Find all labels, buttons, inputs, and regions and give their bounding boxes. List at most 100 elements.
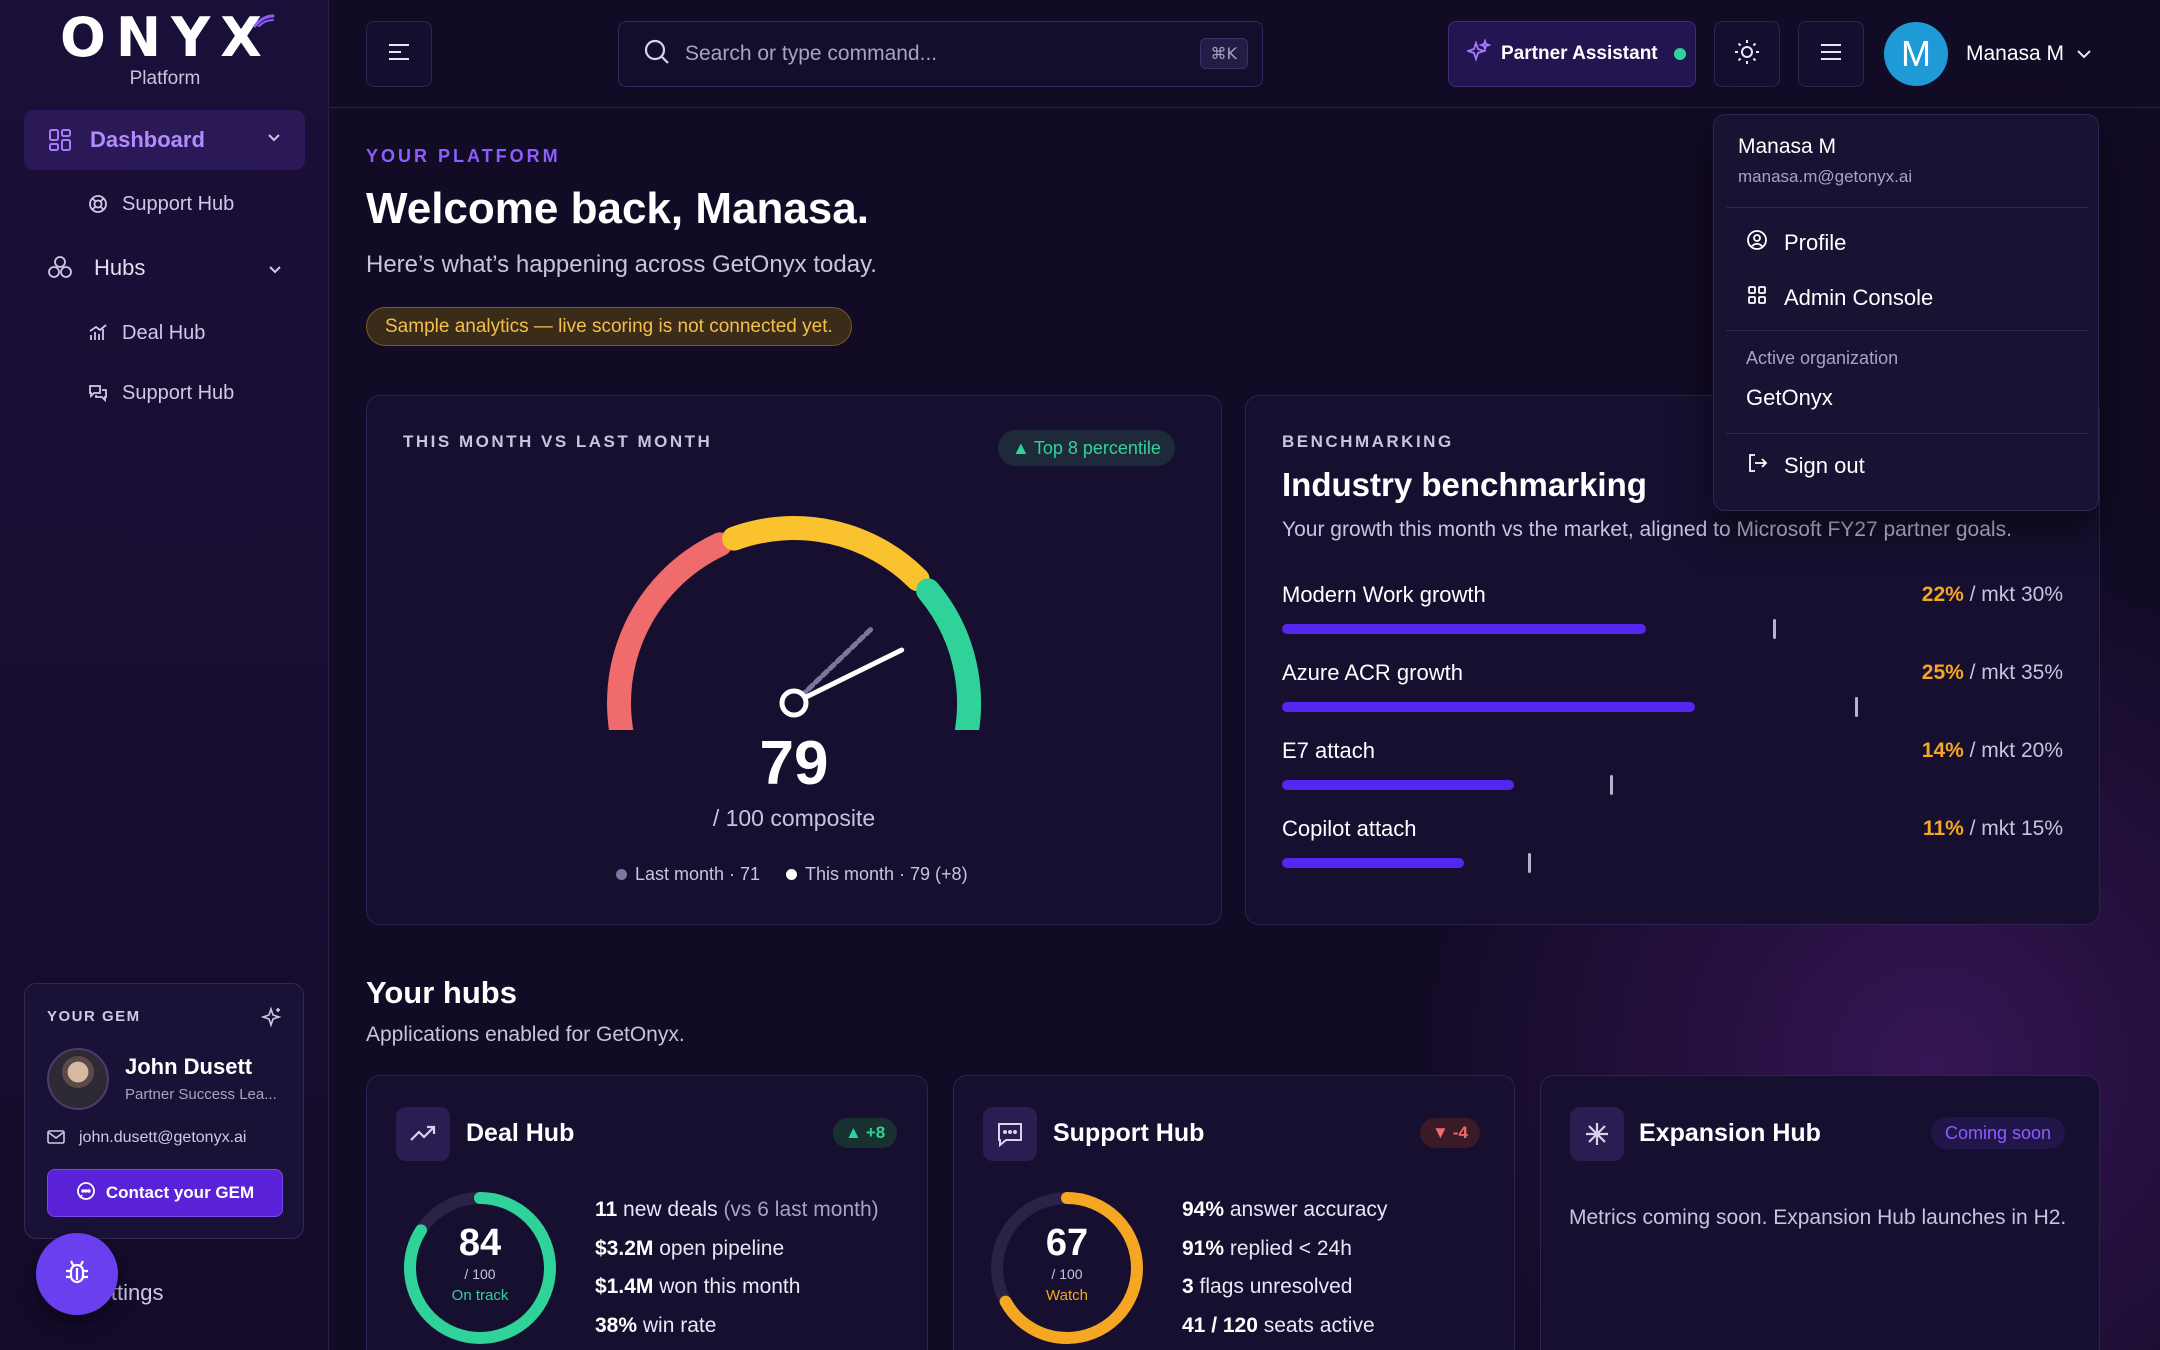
- menu-button[interactable]: [1798, 21, 1864, 87]
- mail-icon: [47, 1130, 65, 1149]
- menu-item-label: Admin Console: [1784, 285, 1934, 310]
- deal-hub-status: On track: [451, 1287, 509, 1304]
- expansion-hub-title: Expansion Hub: [1639, 1119, 1821, 1147]
- theme-toggle-button[interactable]: [1714, 21, 1780, 87]
- divider: [1726, 433, 2088, 434]
- deal-hub-score: 84: [458, 1222, 502, 1264]
- legend-label: This month · 79 (+8): [805, 864, 968, 884]
- menu-item-sign-out[interactable]: Sign out: [1746, 452, 1865, 480]
- gem-name: John Dusett: [125, 1054, 253, 1079]
- sidebar-toggle-button[interactable]: [366, 21, 432, 87]
- hub-metric: 3 flags unresolved: [1182, 1275, 1353, 1298]
- gauge-needle-hub: [779, 688, 809, 718]
- hub-metric: 94% answer accuracy: [1182, 1198, 1388, 1221]
- expansion-hub-description: Metrics coming soon. Expansion Hub launc…: [1569, 1206, 2067, 1229]
- gauge-arc-high: [916, 578, 981, 730]
- user-avatar[interactable]: M: [1884, 22, 1948, 86]
- composite-gauge: [607, 516, 981, 730]
- benchmark-row-label: Azure ACR growth: [1282, 660, 1463, 685]
- search-icon: [643, 38, 671, 71]
- sidebar-item-label: Support Hub: [122, 192, 235, 215]
- deal-hub-score-of: / 100: [464, 1266, 496, 1282]
- search-input[interactable]: Search or type command...: [685, 42, 937, 66]
- hub-metric: 11 new deals (vs 6 last month): [595, 1198, 879, 1221]
- logo-swoosh-icon: [253, 14, 275, 28]
- menu-collapse-icon: [386, 41, 412, 68]
- sample-data-notice: Sample analytics — live scoring is not c…: [366, 307, 852, 346]
- active-org-name[interactable]: GetOnyx: [1746, 385, 1833, 411]
- hubs-section-title: Your hubs: [366, 975, 517, 1010]
- shortcut-hint: ⌘K: [1199, 38, 1248, 69]
- menu-item-admin-console[interactable]: Admin Console: [1746, 284, 1933, 312]
- composite-eyebrow: THIS MONTH VS LAST MONTH: [403, 432, 713, 451]
- deal-hub-delta: ▲ +8: [833, 1118, 898, 1148]
- support-hub-status: Watch: [1046, 1287, 1088, 1304]
- gauge-arc-mid: [722, 516, 930, 592]
- benchmark-bar: [1282, 624, 1646, 634]
- legend-last-month: Last month · 71: [616, 864, 760, 885]
- benchmark-market-marker: [1855, 697, 1858, 717]
- chevron-down-icon[interactable]: [2074, 44, 2094, 69]
- delta-label: -4: [1452, 1123, 1468, 1142]
- grid-icon: [1746, 284, 1768, 312]
- triangle-up-icon: ▲: [845, 1123, 862, 1142]
- support-hub-score-of: / 100: [1051, 1266, 1083, 1282]
- benchmark-row-value: 22% / mkt 30%: [1921, 583, 2063, 606]
- divider: [1726, 330, 2088, 331]
- sidebar: ONYX Platform Dashboard Support Hub Hubs: [0, 0, 329, 1350]
- divider: [1726, 207, 2088, 208]
- menu-item-label: Sign out: [1784, 453, 1865, 478]
- sidebar-item-deal-hub[interactable]: Deal Hub: [84, 319, 205, 347]
- sun-icon: [1733, 38, 1761, 71]
- gauge-needle-last-month: [791, 624, 876, 706]
- hub-metric: 38% win rate: [595, 1313, 717, 1337]
- support-hub-score: 67: [1045, 1222, 1089, 1264]
- sidebar-item-support-hub-2[interactable]: Support Hub: [84, 379, 234, 407]
- menu-item-label: Profile: [1784, 230, 1847, 255]
- benchmark-row-label: E7 attach: [1282, 738, 1375, 763]
- active-org-label: Active organization: [1746, 348, 1899, 368]
- chat-bubbles-icon: [84, 379, 112, 407]
- benchmark-bar: [1282, 858, 1464, 868]
- chevron-down-icon: [266, 260, 284, 283]
- benchmark-row-label: Modern Work growth: [1282, 582, 1486, 607]
- user-circle-icon: [1746, 229, 1768, 257]
- sidebar-item-label: Deal Hub: [122, 321, 206, 344]
- brand-logo[interactable]: ONYX: [60, 6, 270, 69]
- benchmark-bar: [1282, 780, 1514, 790]
- legend-this-month: This month · 79 (+8): [786, 864, 968, 885]
- deal-hub-title: Deal Hub: [466, 1119, 575, 1147]
- partner-assistant-button[interactable]: Partner Assistant: [1448, 21, 1696, 87]
- hubs-cluster-icon: [46, 254, 74, 282]
- asterisk-icon: [1570, 1107, 1624, 1161]
- legend-dot: [616, 869, 627, 880]
- brand-subtitle: Platform: [129, 68, 201, 89]
- search-bar[interactable]: Search or type command... ⌘K: [618, 21, 1263, 87]
- support-hub-delta: ▼ -4: [1420, 1118, 1480, 1148]
- benchmark-row-value: 14% / mkt 20%: [1921, 739, 2063, 762]
- user-menu-name[interactable]: Manasa M: [1966, 42, 2064, 66]
- contact-gem-button[interactable]: Contact your GEM: [47, 1169, 283, 1217]
- bug-report-button[interactable]: [36, 1233, 118, 1315]
- composite-score-sub: / 100 composite: [712, 805, 876, 831]
- dropdown-user-name: Manasa M: [1738, 135, 1837, 158]
- gem-email[interactable]: john.dusett@getonyx.ai: [79, 1129, 246, 1147]
- page-subtitle: Here’s what’s happening across GetOnyx t…: [366, 251, 877, 278]
- dropdown-user-email: manasa.m@getonyx.ai: [1738, 167, 1913, 186]
- sidebar-item-dashboard[interactable]: Dashboard: [24, 110, 305, 170]
- sidebar-item-support-hub[interactable]: Support Hub: [84, 190, 234, 218]
- benchmark-eyebrow: BENCHMARKING: [1282, 432, 1454, 451]
- gem-role: Partner Success Lea...: [125, 1086, 277, 1103]
- gem-avatar: [47, 1048, 109, 1110]
- sidebar-item-hubs[interactable]: Hubs: [46, 254, 296, 282]
- hero-eyebrow: YOUR PLATFORM: [366, 146, 561, 166]
- benchmark-market-marker: [1610, 775, 1613, 795]
- menu-item-profile[interactable]: Profile: [1746, 229, 1846, 257]
- bar-chart-icon: [84, 319, 112, 347]
- dashboard-grid-icon: [46, 126, 74, 154]
- online-status-dot: [1673, 48, 1686, 60]
- hamburger-icon: [1818, 41, 1844, 68]
- chevron-down-icon: [265, 128, 283, 151]
- gauge-arc-low: [607, 532, 732, 730]
- sparkles-icon: [1465, 38, 1492, 69]
